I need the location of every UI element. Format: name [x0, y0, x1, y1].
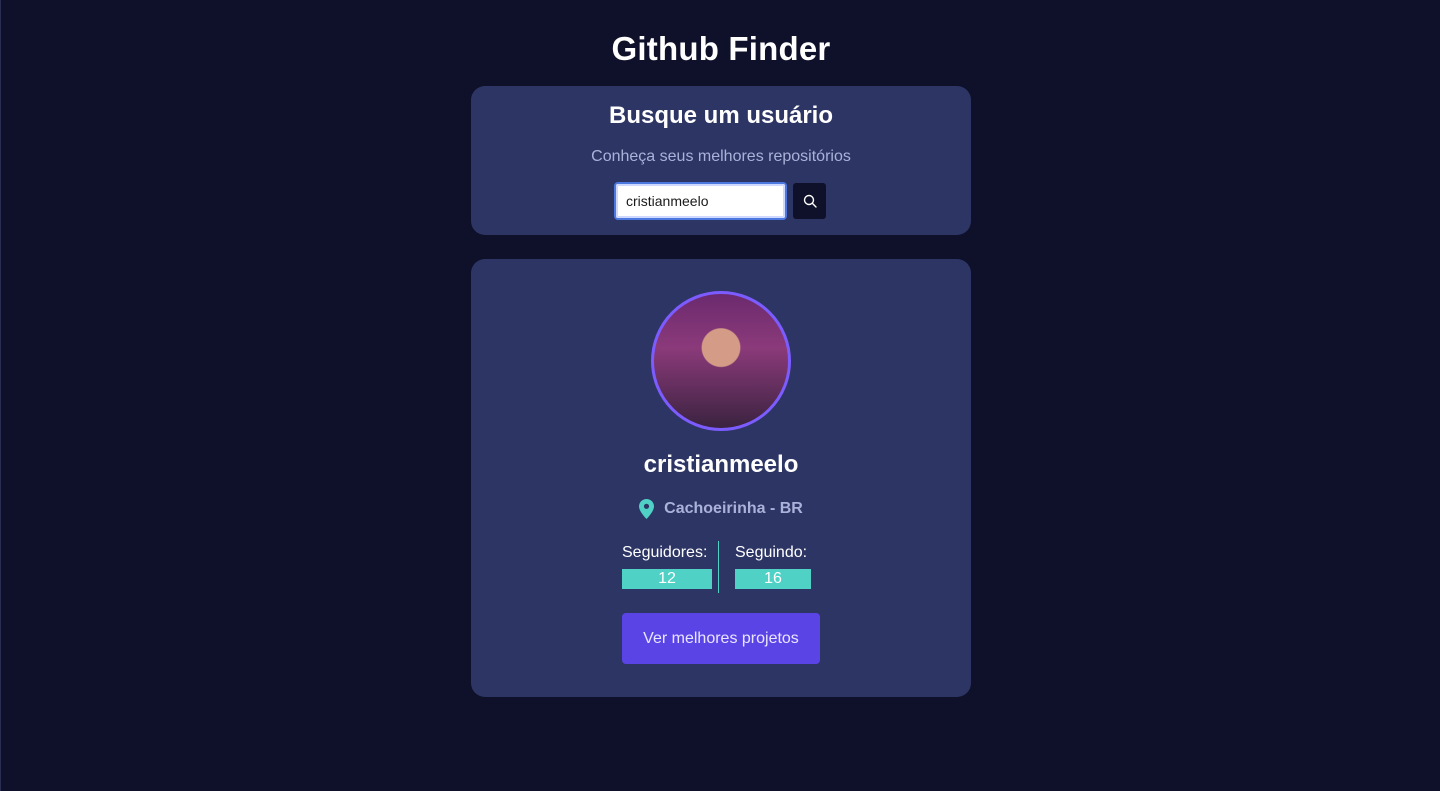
- stats-divider: [718, 541, 719, 593]
- search-button[interactable]: [793, 183, 826, 219]
- search-row: [614, 182, 826, 220]
- following-count: 16: [735, 569, 811, 589]
- stats: Seguidores: 12 Seguindo: 16: [622, 541, 811, 593]
- app-title: Github Finder: [611, 30, 831, 67]
- followers-stat: Seguidores: 12: [622, 541, 712, 593]
- search-input[interactable]: [614, 182, 787, 220]
- followers-count: 12: [622, 569, 712, 589]
- search-title: Busque um usuário: [608, 102, 834, 129]
- profile-card: cristianmeelo Cachoeirinha - BR Seguidor…: [471, 259, 971, 697]
- page: Github Finder Busque um usuário Conheça …: [0, 0, 1440, 791]
- username: cristianmeelo: [643, 451, 799, 478]
- avatar: [651, 291, 791, 431]
- following-stat: Seguindo: 16: [735, 541, 811, 593]
- search-subtitle: Conheça seus melhores repositórios: [591, 148, 851, 165]
- location: Cachoeirinha - BR: [471, 499, 971, 519]
- view-projects-button[interactable]: Ver melhores projetos: [622, 613, 820, 664]
- location-text: Cachoeirinha - BR: [664, 500, 803, 517]
- search-card: Busque um usuário Conheça seus melhores …: [471, 86, 971, 235]
- search-icon: [803, 194, 817, 208]
- followers-label: Seguidores:: [622, 544, 708, 561]
- map-pin-icon: [639, 499, 655, 519]
- following-label: Seguindo:: [735, 544, 808, 561]
